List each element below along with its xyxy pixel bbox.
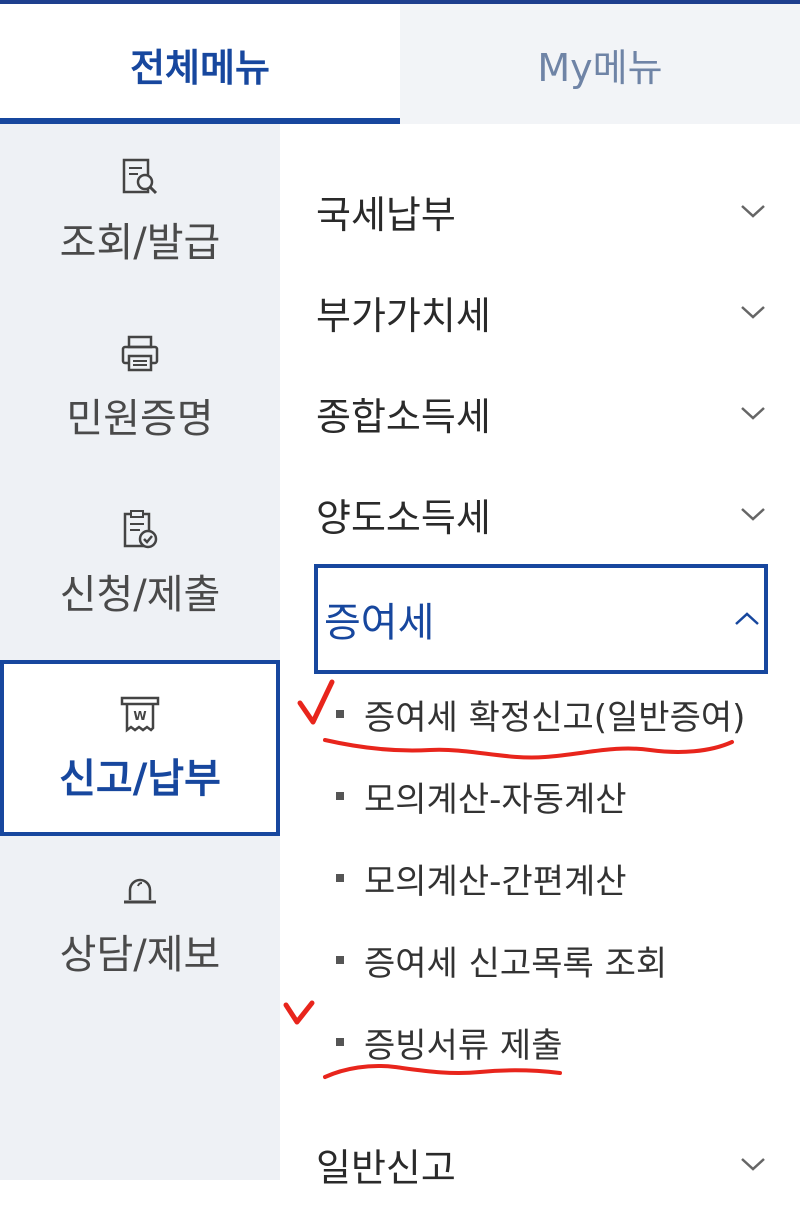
submenu-auto-calc[interactable]: 모의계산-자동계산	[336, 766, 627, 826]
menu-item-income-tax[interactable]: 종합소득세	[316, 363, 768, 463]
chevron-down-icon	[741, 407, 765, 420]
tab-my-menu[interactable]: My메뉴	[400, 4, 800, 124]
category-label: 신고/납부	[59, 756, 221, 802]
chevron-up-icon	[735, 612, 759, 625]
menu-item-label: 종합소득세	[316, 394, 491, 439]
menu-item-label: 증여세	[324, 600, 435, 646]
bullet-icon	[336, 874, 344, 882]
category-certificate[interactable]: 민원증명	[0, 300, 280, 476]
tab-all-menu[interactable]: 전체메뉴	[0, 4, 400, 124]
bullet-icon	[336, 1038, 344, 1046]
search-document-icon	[122, 158, 158, 195]
submenu-label: 모의계산-자동계산	[364, 779, 627, 820]
category-sidebar: 조회/발급 민원증명 신청/제출 W 신고/납부 상담/제보	[0, 124, 280, 1180]
submenu-label: 증여세 확정신고(일반증여)	[364, 697, 746, 738]
menu-item-label: 부가가치세	[316, 293, 491, 338]
printer-icon	[121, 335, 159, 372]
menu-item-label: 국세납부	[316, 192, 456, 237]
menu-item-general-report[interactable]: 일반신고	[316, 1114, 768, 1214]
chevron-down-icon	[741, 205, 765, 218]
bullet-icon	[336, 792, 344, 800]
menu-item-gift-tax[interactable]: 증여세	[314, 564, 768, 674]
receipt-won-icon: W	[120, 696, 160, 733]
submenu-label: 증빙서류 제출	[364, 1025, 563, 1066]
submenu-label: 증여세 신고목록 조회	[364, 943, 668, 984]
category-report-pay[interactable]: W 신고/납부	[0, 660, 280, 836]
category-label: 상담/제보	[59, 932, 221, 978]
submenu-gift-tax-final-report[interactable]: 증여세 확정신고(일반증여)	[336, 684, 745, 744]
category-inquiry[interactable]: 조회/발급	[0, 124, 280, 300]
submenu-submit-documents[interactable]: 증빙서류 제출	[336, 1012, 563, 1072]
chevron-down-icon	[741, 306, 765, 319]
category-label: 조회/발급	[59, 220, 221, 266]
menu-item-national-tax-payment[interactable]: 국세납부	[316, 161, 768, 261]
category-consult[interactable]: 상담/제보	[0, 836, 280, 1012]
submenu-report-list[interactable]: 증여세 신고목록 조회	[336, 930, 667, 990]
menu-item-vat[interactable]: 부가가치세	[316, 262, 768, 362]
category-label: 민원증명	[66, 396, 214, 442]
bullet-icon	[336, 956, 344, 964]
svg-text:W: W	[133, 709, 146, 723]
menu-item-label: 일반신고	[316, 1145, 456, 1190]
menu-item-label: 양도소득세	[316, 495, 491, 540]
submenu-simple-calc[interactable]: 모의계산-간편계산	[336, 848, 627, 908]
submenu-label: 모의계산-간편계산	[364, 861, 627, 902]
category-application[interactable]: 신청/제출	[0, 476, 280, 652]
menu-tabs: 전체메뉴 My메뉴	[0, 4, 800, 124]
bullet-icon	[336, 710, 344, 718]
clipboard-check-icon	[123, 510, 158, 549]
chevron-down-icon	[741, 1158, 765, 1171]
siren-icon	[124, 878, 156, 904]
chevron-down-icon	[741, 508, 765, 521]
submenu-panel: 국세납부 부가가치세 종합소득세 양도소득세 증여세 증여세 확정신고(일반증여…	[280, 124, 800, 1190]
menu-item-transfer-tax[interactable]: 양도소득세	[316, 464, 768, 564]
category-label: 신청/제출	[59, 572, 221, 618]
